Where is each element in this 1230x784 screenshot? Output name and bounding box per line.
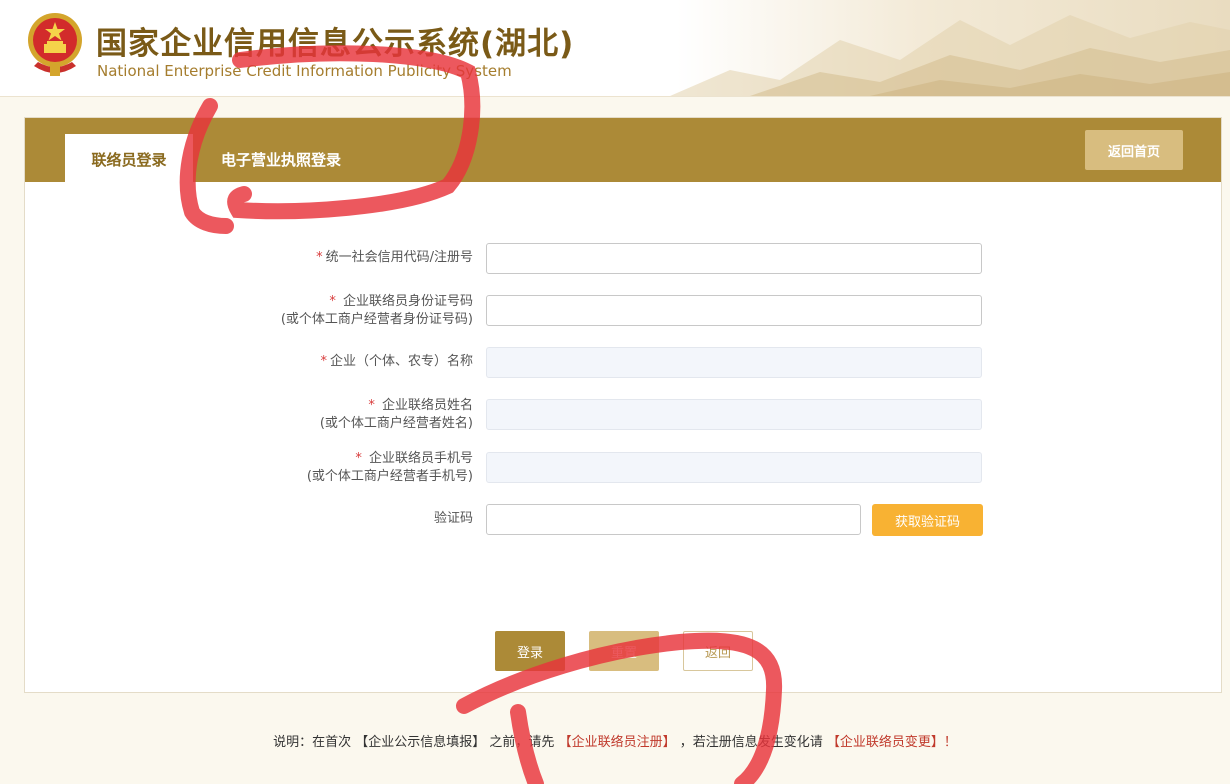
contact-change-link[interactable]: 【企业联络员变更】 — [827, 735, 944, 750]
login-panel: 联络员登录 电子营业执照登录 返回首页 * 统一社会信用代码/注册号 * 企业联络… — [24, 117, 1222, 693]
site-header: 国家企业信用信息公示系统(湖北) National Enterprise Cre… — [0, 0, 1230, 97]
mountain-landscape-image — [670, 15, 1230, 96]
login-instructions-note: 说明：在首次 【企业公示信息填报】 之前，请先 【企业联络员注册】 ，若注册信息… — [273, 735, 957, 750]
credit-code-label: * 统一社会信用代码/注册号 — [316, 250, 473, 265]
id-number-input[interactable] — [486, 295, 982, 326]
get-verification-code-button[interactable]: 获取验证码 — [872, 504, 983, 536]
site-title: 国家企业信用信息公示系统(湖北) — [96, 26, 575, 62]
company-name-label: * 企业（个体、农专）名称 — [320, 354, 473, 369]
required-mark: * — [329, 294, 336, 309]
national-emblem-icon — [28, 13, 82, 76]
mobile-label: * 企业联络员手机号 (或个体工商户经营者手机号) — [306, 451, 473, 484]
credit-code-input[interactable] — [486, 243, 982, 274]
id-number-label: * 企业联络员身份证号码 (或个体工商户经营者身份证号码) — [280, 294, 473, 327]
required-mark: * — [316, 250, 323, 265]
tab-electronic-license-login[interactable]: 电子营业执照登录 — [211, 134, 351, 182]
contact-name-label: * 企业联络员姓名 (或个体工商户经营者姓名) — [319, 398, 473, 431]
site-subtitle-english: National Enterprise Credit Information P… — [97, 62, 512, 80]
required-mark: * — [355, 451, 362, 466]
mobile-input[interactable] — [486, 452, 982, 483]
reset-button[interactable]: 重置 — [589, 631, 659, 671]
company-name-input[interactable] — [486, 347, 982, 378]
contact-register-link[interactable]: 【企业联络员注册】 — [559, 735, 676, 750]
required-mark: * — [320, 354, 327, 369]
login-tab-bar: 联络员登录 电子营业执照登录 返回首页 — [25, 118, 1221, 182]
back-button[interactable]: 返回 — [683, 631, 753, 671]
tab-contact-login[interactable]: 联络员登录 — [65, 134, 193, 182]
required-mark: * — [368, 398, 375, 413]
contact-name-input[interactable] — [486, 399, 982, 430]
captcha-input[interactable] — [486, 504, 861, 535]
captcha-label: 验证码 — [433, 511, 473, 526]
back-home-button[interactable]: 返回首页 — [1085, 130, 1183, 170]
login-button[interactable]: 登录 — [495, 631, 565, 671]
